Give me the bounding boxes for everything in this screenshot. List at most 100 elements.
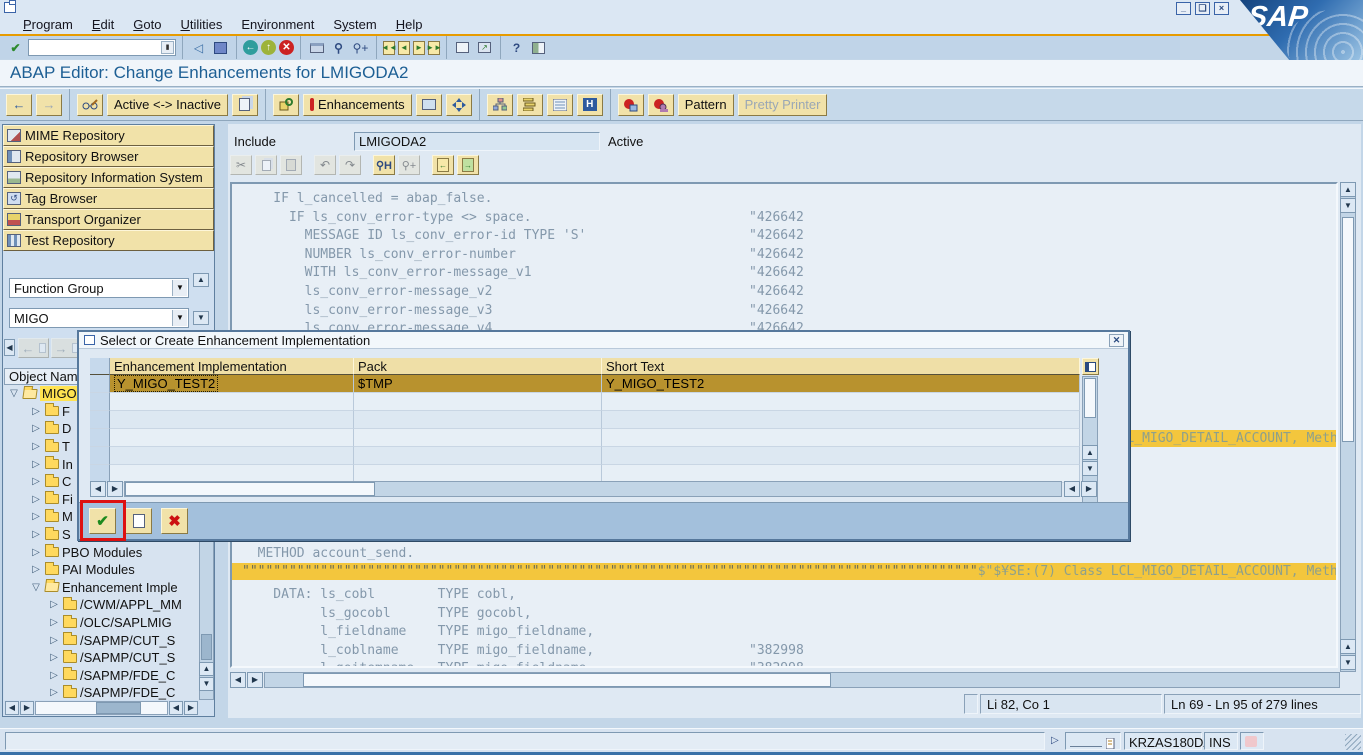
detail-button[interactable] — [547, 94, 573, 116]
expander-icon[interactable]: ▷ — [48, 599, 60, 610]
chevron-down-icon[interactable]: ▼ — [172, 310, 187, 326]
copy-object-button[interactable] — [232, 94, 258, 116]
col-short-text[interactable]: Short Text — [602, 358, 1080, 375]
sidebar-item-tag-browser[interactable]: ↺Tag Browser — [3, 188, 214, 209]
pretty-printer-button[interactable]: Pretty Printer — [738, 94, 828, 116]
command-input[interactable]: ▮ — [28, 39, 176, 56]
status-expand-icon[interactable]: ▷ — [1051, 735, 1059, 746]
expander-icon[interactable]: ▷ — [48, 652, 60, 663]
expander-icon[interactable]: ▷ — [30, 406, 42, 417]
pattern-button[interactable]: Pattern — [678, 94, 734, 116]
dialog-hscrollbar[interactable]: ◀ ▶ ◀ ▶ — [90, 481, 1120, 497]
expander-icon[interactable]: ▷ — [48, 635, 60, 646]
editor-vscrollbar[interactable] — [1340, 182, 1356, 672]
expander-icon[interactable]: ▷ — [30, 494, 42, 505]
dialog-titlebar[interactable]: Select or Create Enhancement Implementat… — [79, 332, 1128, 349]
tree-item[interactable]: ▷PAI Modules — [4, 561, 200, 579]
dialog-scroll-up[interactable]: ▲ — [1082, 445, 1098, 460]
shortcut-icon[interactable]: ↗ — [475, 38, 494, 57]
breakpoint-button[interactable] — [618, 94, 644, 116]
dialog-scroll-left[interactable]: ◀ — [90, 481, 106, 497]
expander-icon[interactable]: ▷ — [30, 529, 42, 540]
tree-item[interactable]: ▽Enhancement Imple — [4, 579, 200, 597]
resize-grip-icon[interactable] — [1345, 734, 1361, 750]
expander-icon[interactable]: ▷ — [30, 564, 42, 575]
grid-config-button[interactable] — [1082, 358, 1099, 375]
back-icon[interactable]: ← — [243, 40, 258, 55]
tree-item[interactable]: ▷/SAPMP/FDE_C — [4, 667, 200, 685]
tree-item[interactable]: ▷/OLC/SAPLMIG — [4, 614, 200, 632]
expander-icon[interactable]: ▷ — [48, 617, 60, 628]
window-restore-icon[interactable]: ❏ — [1195, 2, 1210, 15]
last-page-icon[interactable]: ►► — [428, 41, 440, 55]
active-inactive-button[interactable]: Active <-> Inactive — [107, 94, 228, 116]
col-pack[interactable]: Pack — [354, 358, 602, 375]
prev-page-icon[interactable]: ◄ — [398, 41, 410, 55]
help-icon[interactable]: ? — [507, 38, 526, 57]
window-close-icon[interactable]: × — [1214, 2, 1229, 15]
dialog-scroll-left-2[interactable]: ◀ — [1064, 481, 1080, 497]
tree-item[interactable]: ▷/SAPMP/CUT_S — [4, 631, 200, 649]
cut-button[interactable]: ✂ — [230, 155, 252, 175]
expander-icon[interactable]: ▷ — [48, 687, 60, 698]
expander-icon[interactable]: ▷ — [30, 547, 42, 558]
command-dropdown-icon[interactable]: ▮ — [161, 41, 174, 54]
table-row[interactable] — [90, 393, 1080, 411]
cancel-button[interactable]: ✖ — [161, 508, 188, 534]
editor-scroll-down-top[interactable]: ▼ — [1340, 198, 1356, 213]
menu-help[interactable]: Help — [396, 17, 423, 32]
chevron-down-icon[interactable]: ▼ — [172, 280, 187, 296]
cell-impl[interactable]: Y_MIGO_TEST2 — [114, 375, 218, 392]
exit-icon[interactable]: ↑ — [261, 40, 276, 55]
status-extra-field[interactable] — [1065, 732, 1121, 750]
sidebar-scroll-down[interactable]: ▼ — [193, 311, 209, 325]
sidebar-item-test-repository[interactable]: Test Repository — [3, 230, 214, 251]
paste-button[interactable] — [280, 155, 302, 175]
dialog-scroll-down[interactable]: ▼ — [1082, 461, 1098, 476]
customize-icon[interactable] — [529, 38, 548, 57]
menu-program[interactable]: Program — [23, 17, 73, 32]
expander-icon[interactable]: ▷ — [30, 459, 42, 470]
editor-scroll-right[interactable]: ▶ — [247, 672, 263, 688]
sidebar-item-repository-infosystem[interactable]: Repository Information System — [3, 167, 214, 188]
editor-scroll-up-bottom[interactable]: ▲ — [1340, 639, 1356, 654]
row-selector[interactable] — [90, 375, 110, 393]
menu-system[interactable]: System — [333, 17, 376, 32]
menu-environment[interactable]: Environment — [241, 17, 314, 32]
editor-hscrollbar[interactable]: ◀ ▶ — [230, 672, 1340, 689]
history-back-button[interactable]: ← — [18, 338, 49, 358]
goto-prev-button[interactable]: ← — [432, 155, 454, 175]
menu-utilities[interactable]: Utilities — [180, 17, 222, 32]
tree-scroll-right[interactable]: ▶ — [20, 701, 34, 715]
sidebar-item-mime-repository[interactable]: MIME Repository — [3, 125, 214, 146]
sidebar-pane-scroll-left[interactable]: ◀ — [4, 339, 15, 356]
sidebar-item-repository-browser[interactable]: Repository Browser — [3, 146, 214, 167]
redo-button[interactable]: ↷ — [339, 155, 361, 175]
object-name-select[interactable]: MIGO ▼ — [9, 308, 189, 328]
sort-button[interactable] — [517, 94, 543, 116]
nav-back-button[interactable]: ← — [6, 94, 32, 116]
where-used-button[interactable] — [273, 94, 299, 116]
expander-icon[interactable]: ▷ — [48, 670, 60, 681]
nav-forward-button[interactable]: → — [36, 94, 62, 116]
cell-short-text[interactable]: Y_MIGO_TEST2 — [602, 375, 1080, 393]
new-session-icon[interactable] — [453, 38, 472, 57]
next-page-icon[interactable]: ► — [413, 41, 425, 55]
menu-edit[interactable]: Edit — [92, 17, 114, 32]
sidebar-scroll-up[interactable]: ▲ — [193, 273, 209, 287]
display-change-button[interactable] — [77, 94, 103, 116]
enter-icon[interactable]: ✔ — [6, 38, 25, 57]
cancel-icon[interactable]: ✕ — [279, 40, 294, 55]
expander-icon[interactable]: ▷ — [30, 511, 42, 522]
dialog-scroll-right[interactable]: ▶ — [107, 481, 123, 497]
editor-scroll-up[interactable]: ▲ — [1340, 182, 1356, 197]
expander-icon[interactable]: ▽ — [30, 582, 42, 593]
new-button[interactable] — [125, 508, 152, 534]
screen-button[interactable] — [416, 94, 442, 116]
table-row[interactable] — [90, 429, 1080, 447]
enhancements-button[interactable]: Enhancements — [303, 94, 412, 116]
tree-scroll-left[interactable]: ◀ — [5, 701, 19, 715]
table-row[interactable] — [90, 447, 1080, 465]
find-next-icon[interactable]: ⚲+ — [351, 38, 370, 57]
editor-scroll-left[interactable]: ◀ — [230, 672, 246, 688]
